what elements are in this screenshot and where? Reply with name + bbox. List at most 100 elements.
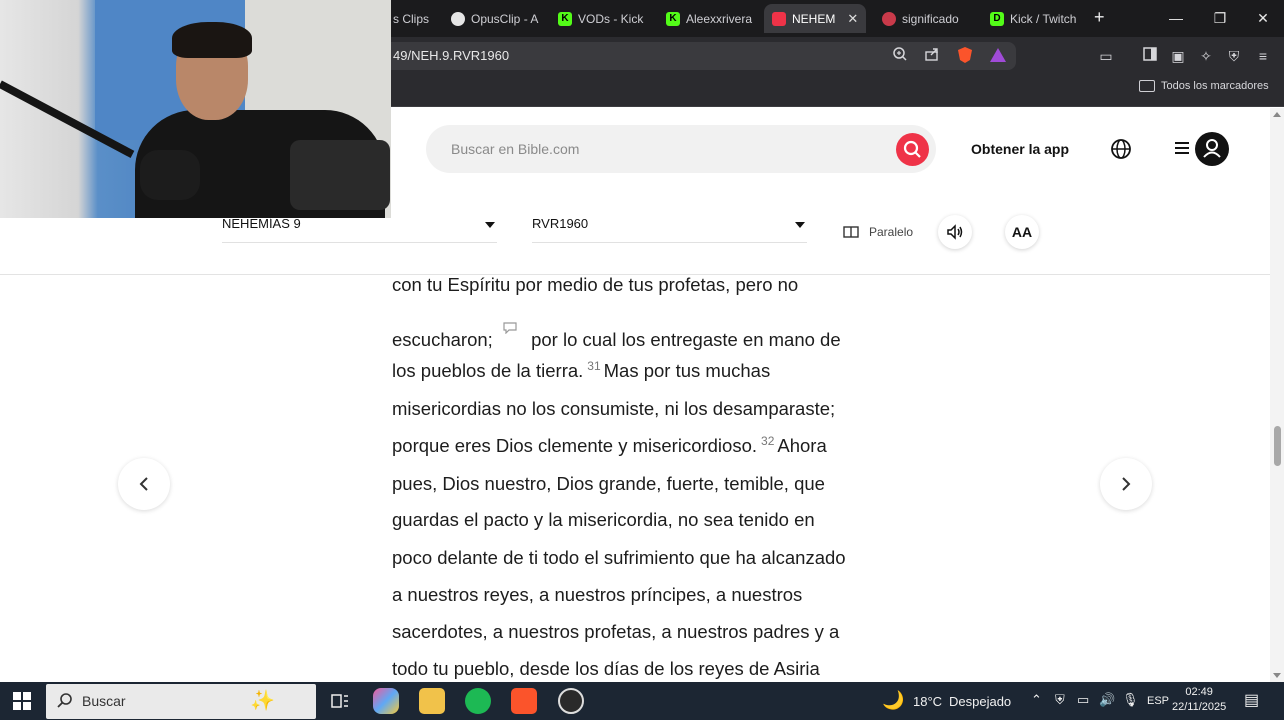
kick-icon: K — [666, 11, 680, 26]
verse-line: los pueblos de la tierra. 31 Mas por tus m… — [392, 359, 770, 382]
tab-clips[interactable]: s Clips — [385, 4, 445, 33]
menu-icon[interactable]: ≡ — [1253, 46, 1273, 66]
scrollbar-thumb[interactable] — [1274, 426, 1281, 466]
weather-temp[interactable]: 18°C — [913, 694, 942, 709]
microphone-icon[interactable]: 🎙 — [1122, 692, 1139, 708]
tab-title: Aleexxrivera — [686, 11, 753, 26]
sparkle-icon: ✨ — [250, 690, 275, 712]
bible-icon — [772, 11, 786, 26]
zoom-icon[interactable] — [890, 46, 910, 66]
opusclip-icon — [451, 11, 465, 26]
vpn-icon[interactable]: ⛨ — [1224, 46, 1244, 66]
brave-rewards-icon[interactable] — [988, 46, 1008, 66]
user-icon — [1203, 139, 1221, 158]
restore-icon[interactable]: ❐ — [1205, 6, 1235, 30]
tab-title: s Clips — [393, 11, 430, 26]
tab-title: NEHEM — [792, 11, 836, 26]
tab-kick-twitch[interactable]: D Kick / Twitch — [982, 4, 1082, 33]
verse-text: porque eres Dios clemente y misericordio… — [392, 435, 758, 457]
language-indicator[interactable]: ESP — [1147, 695, 1169, 707]
verse-line: sacerdotes, a nuestros profetas, a nuest… — [392, 621, 840, 642]
tab-title: Kick / Twitch — [1010, 11, 1077, 26]
tab-significado[interactable]: significado — [874, 4, 974, 33]
verse-text: Ahora — [777, 435, 827, 457]
get-app-link[interactable]: Obtener la app — [971, 141, 1069, 157]
verse-line: poco delante de ti todo el sufrimiento q… — [392, 547, 846, 568]
search-icon — [57, 693, 72, 708]
speaker-icon — [947, 224, 963, 240]
tab-title: significado — [902, 11, 959, 26]
security-icon[interactable]: ⛨ — [1055, 692, 1065, 708]
minimize-icon[interactable]: — — [1161, 6, 1191, 30]
book-selector-value: NEHEMÍAS 9 — [222, 216, 301, 231]
next-chapter-button[interactable] — [1100, 458, 1152, 510]
verse-line: misericordias no los consumiste, ni los … — [392, 398, 836, 419]
parallel-button[interactable]: Paralelo — [843, 225, 913, 239]
tab-aleexxrivera[interactable]: K Aleexxrivera — [658, 4, 758, 33]
tab-opusclip[interactable]: OpusClip - A — [443, 4, 543, 33]
caret-down-icon — [485, 222, 495, 228]
globe-icon[interactable] — [1110, 138, 1132, 160]
leo-ai-icon[interactable]: ✧ — [1196, 46, 1216, 66]
weather-desc[interactable]: Despejado — [949, 694, 1011, 709]
version-selector[interactable]: RVR1960 — [532, 213, 807, 243]
user-avatar[interactable] — [1195, 132, 1229, 166]
verse-line: a nuestros reyes, a nuestros príncipes, … — [392, 584, 803, 605]
scrollbar[interactable] — [1270, 108, 1284, 682]
version-selector-value: RVR1960 — [532, 216, 589, 231]
date: 22/11/2025 — [1172, 701, 1227, 713]
audio-button[interactable] — [938, 215, 972, 249]
wallet-icon[interactable]: ▣ — [1168, 46, 1188, 66]
circle-icon — [882, 11, 896, 26]
verse-line: porque eres Dios clemente y misericordio… — [392, 434, 827, 457]
hamburger-icon[interactable] — [1174, 140, 1190, 156]
chevron-left-icon — [139, 477, 148, 491]
close-icon[interactable]: ✕ — [847, 11, 858, 27]
task-view-icon[interactable] — [327, 688, 353, 714]
bookmarks-folder[interactable]: Todos los marcadores — [1139, 80, 1269, 92]
file-explorer-icon[interactable] — [419, 688, 445, 714]
scroll-down-icon[interactable] — [1273, 673, 1281, 678]
brave-icon[interactable] — [511, 688, 537, 714]
kick-d-icon: D — [990, 11, 1004, 26]
tab-nehemias[interactable]: NEHEM ✕ — [764, 4, 866, 33]
taskbar-search-label: Buscar — [82, 693, 126, 709]
notifications-icon[interactable]: ▤ — [1244, 690, 1259, 710]
network-icon[interactable]: ▭ — [1077, 692, 1089, 708]
new-tab-icon[interactable]: + — [1094, 7, 1105, 28]
verse-number: 32 — [761, 434, 775, 448]
parallel-label: Paralelo — [869, 225, 914, 239]
url-text[interactable]: 49/NEH.9.RVR1960 — [393, 48, 509, 63]
previous-chapter-button[interactable] — [118, 458, 170, 510]
verse-text: Mas por tus muchas — [603, 360, 771, 382]
chevron-up-icon[interactable]: ⌃ — [1031, 692, 1042, 708]
tab-title: VODs - Kick — [578, 11, 644, 26]
webcam-person-hair — [172, 22, 252, 58]
copilot-icon[interactable] — [373, 688, 399, 714]
tab-vods-kick[interactable]: K VODs - Kick — [550, 4, 650, 33]
reader-mode-icon[interactable]: ▭ — [1096, 46, 1116, 66]
clock[interactable]: 02:49 22/11/2025 — [1172, 685, 1226, 715]
moon-icon: 🌙 — [882, 690, 905, 710]
webcam-object — [290, 140, 390, 210]
verse-text: escucharon; — [392, 329, 493, 350]
font-size-button[interactable]: AA — [1005, 215, 1039, 249]
scroll-up-icon[interactable] — [1273, 112, 1281, 117]
windows-start-icon[interactable] — [13, 692, 31, 710]
parallel-icon — [843, 226, 859, 238]
search-button[interactable] — [896, 133, 929, 166]
obs-icon[interactable] — [558, 688, 584, 714]
close-window-icon[interactable]: ✕ — [1248, 6, 1278, 30]
volume-icon[interactable]: 🔊 — [1099, 692, 1115, 708]
kick-icon: K — [558, 11, 572, 26]
verse-line: guardas el pacto y la misericordia, no s… — [392, 509, 815, 530]
brave-shields-icon[interactable] — [955, 46, 975, 66]
share-icon[interactable] — [922, 46, 942, 66]
spotify-icon[interactable] — [465, 688, 491, 714]
verse-number: 31 — [587, 359, 601, 373]
search-input[interactable]: Buscar en Bible.com — [451, 141, 579, 157]
folder-icon — [1139, 80, 1155, 92]
sidebar-icon[interactable] — [1140, 46, 1160, 66]
note-icon[interactable] — [502, 322, 518, 334]
search-icon — [903, 140, 921, 158]
